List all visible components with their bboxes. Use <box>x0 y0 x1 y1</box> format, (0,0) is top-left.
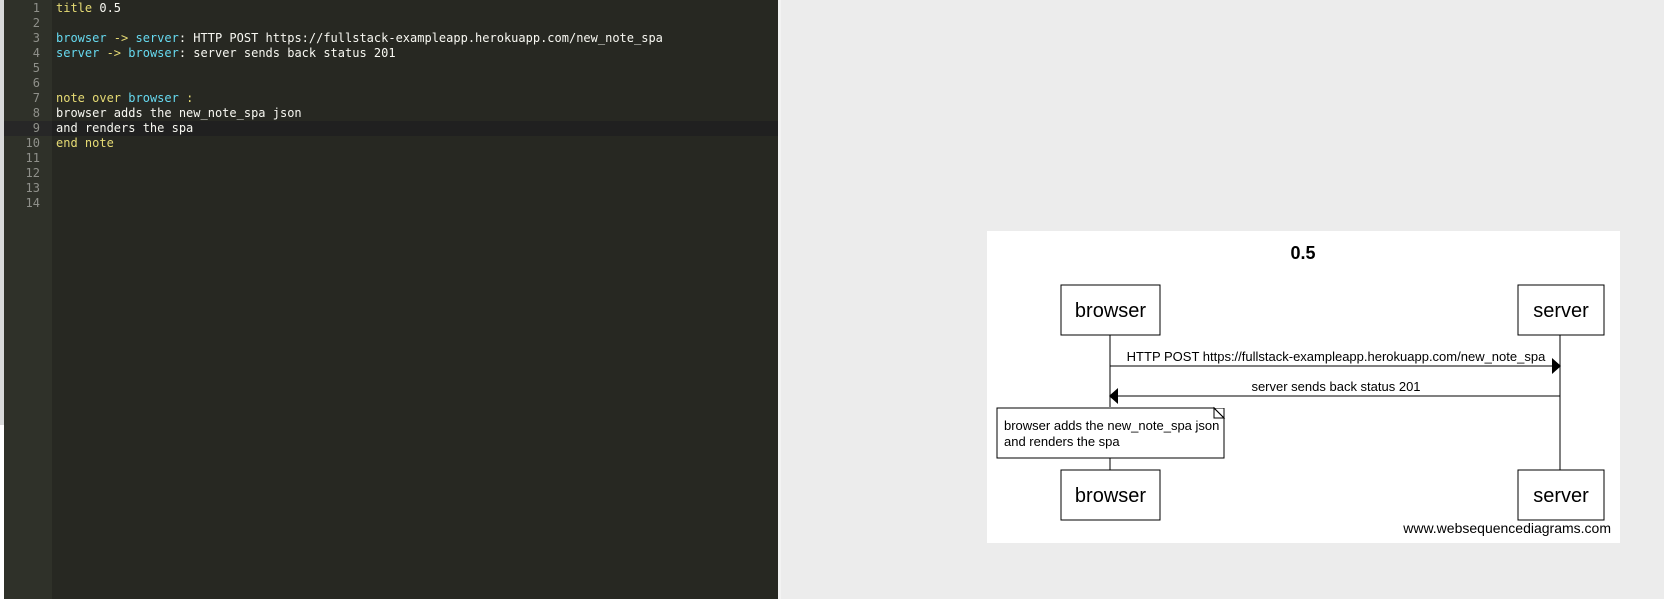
request-message-label: HTTP POST https://fullstack-exampleapp.h… <box>1127 349 1546 364</box>
line-number: 1 <box>32 1 40 15</box>
code-text[interactable]: title 0.5 <box>56 1 121 16</box>
editor-line[interactable]: 7 note over browser : <box>4 91 778 106</box>
code-editor[interactable]: 1 title 0.5 2 3 browser -> server: HTTP POST… <box>4 0 778 599</box>
code-token: : <box>178 91 194 105</box>
editor-lines[interactable]: 1 title 0.5 2 3 browser -> server: HTTP POST… <box>4 1 778 211</box>
line-number: 10 <box>25 136 40 150</box>
code-token: and renders the spa <box>56 121 194 135</box>
code-token: browser <box>56 31 107 45</box>
code-text[interactable]: and renders the spa <box>56 121 193 136</box>
editor-line[interactable]: 2 <box>4 16 778 31</box>
code-text[interactable]: browser -> server: HTTP POST https://ful… <box>56 31 663 46</box>
code-token: : server sends back status 201 <box>178 46 396 60</box>
line-number: 12 <box>25 166 40 180</box>
editor-line[interactable]: 10 end note <box>4 136 778 151</box>
editor-line[interactable]: 6 <box>4 76 778 91</box>
sequence-diagram: 0.5 browser server HTTP POST https://ful… <box>987 231 1620 543</box>
editor-line[interactable]: 4 server -> browser: server sends back st… <box>4 46 778 61</box>
line-number: 14 <box>25 196 40 210</box>
participant-server-bottom-label: server <box>1533 485 1589 507</box>
code-token: browser adds the new_note_spa json <box>56 106 302 120</box>
line-number: 5 <box>32 61 40 75</box>
line-number: 13 <box>25 181 40 195</box>
editor-line[interactable]: 3 browser -> server: HTTP POST https://fu… <box>4 31 778 46</box>
editor-line[interactable]: 8 browser adds the new_note_spa json <box>4 106 778 121</box>
line-number: 11 <box>25 151 40 165</box>
line-number: 6 <box>32 76 40 90</box>
line-number: 8 <box>32 106 40 120</box>
code-token: end note <box>56 136 114 150</box>
note-box <box>996 407 1225 459</box>
editor-line[interactable]: 12 <box>4 166 778 181</box>
code-token: server <box>56 46 100 60</box>
app-window: 1 title 0.5 2 3 browser -> server: HTTP POST… <box>0 0 1664 599</box>
editor-line[interactable]: 13 <box>4 181 778 196</box>
code-text[interactable]: server -> browser: server sends back sta… <box>56 46 396 61</box>
editor-line[interactable]: 11 <box>4 151 778 166</box>
response-message-label: server sends back status 201 <box>1251 379 1420 394</box>
code-token: browser <box>128 46 179 60</box>
code-token: note over <box>56 91 122 105</box>
line-number: 7 <box>32 91 40 105</box>
line-number: 3 <box>32 31 40 45</box>
diagram-title: 0.5 <box>1290 243 1315 263</box>
code-token: title <box>56 1 93 15</box>
participant-browser-top-label: browser <box>1075 300 1146 322</box>
note-corner-mask <box>1215 401 1227 408</box>
line-number: 9 <box>4 121 52 136</box>
editor-line[interactable]: 9 and renders the spa <box>4 121 778 136</box>
code-token: -> <box>106 31 136 45</box>
line-number: 2 <box>32 16 40 30</box>
code-token: browser <box>128 91 179 105</box>
code-token: : HTTP POST https://fullstack-exampleapp… <box>178 31 663 45</box>
sequence-diagram-svg: 0.5 browser server HTTP POST https://ful… <box>996 243 1611 536</box>
watermark: www.websequencediagrams.com <box>1402 520 1611 536</box>
line-number: 4 <box>32 46 40 60</box>
editor-line[interactable]: 1 title 0.5 <box>4 1 778 16</box>
code-token: -> <box>99 46 129 60</box>
note-line-1: browser adds the new_note_spa json <box>1004 418 1219 433</box>
code-token: 0.5 <box>92 1 122 15</box>
participant-server-top-label: server <box>1533 300 1589 322</box>
editor-line[interactable]: 5 <box>4 61 778 76</box>
code-text[interactable]: browser adds the new_note_spa json <box>56 106 302 121</box>
code-token: server <box>135 31 179 45</box>
code-text[interactable]: note over browser : <box>56 91 193 106</box>
code-text[interactable]: end note <box>56 136 114 151</box>
editor-line[interactable]: 14 <box>4 196 778 211</box>
note-line-2: and renders the spa <box>1004 434 1120 449</box>
participant-browser-bottom-label: browser <box>1075 485 1146 507</box>
